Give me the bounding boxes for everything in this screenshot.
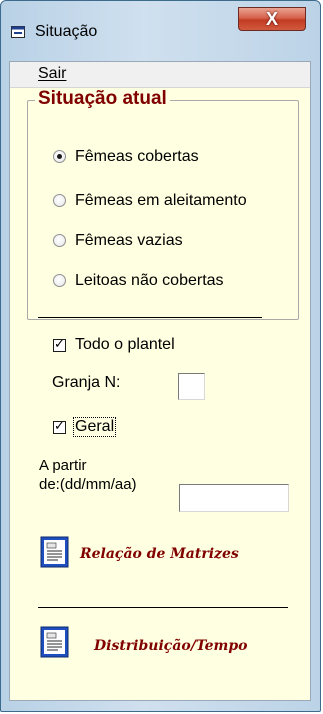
- window-icon: [11, 26, 25, 38]
- a-partir-date-input[interactable]: [179, 484, 289, 512]
- relacao-matrizes-label[interactable]: Relação de Matrizes: [80, 546, 239, 562]
- group-legend: Situação atual: [35, 88, 170, 110]
- window: Situação X Sair Situação atual Fêmeas co…: [0, 0, 321, 712]
- geral-checkbox[interactable]: [53, 419, 66, 434]
- titlebar[interactable]: Situação X: [1, 1, 320, 57]
- a-partir-label-line1: A partir: [39, 457, 87, 474]
- radio-label: Leitoas não cobertas: [75, 272, 224, 289]
- radio-button[interactable]: [53, 194, 66, 207]
- granja-input[interactable]: [178, 373, 205, 400]
- close-button[interactable]: X: [238, 7, 306, 31]
- radio-button[interactable]: [53, 150, 66, 163]
- distribuicao-tempo-label[interactable]: Distribuição/Tempo: [94, 638, 248, 654]
- geral-label: Geral: [72, 417, 117, 437]
- radio-label: Fêmeas vazias: [75, 232, 183, 249]
- radio-label: Fêmeas em aleitamento: [75, 192, 247, 209]
- todo-plantel-label: Todo o plantel: [75, 336, 175, 353]
- radio-button[interactable]: [53, 274, 66, 287]
- window-title: Situação: [35, 23, 98, 40]
- radio-button[interactable]: [53, 234, 66, 247]
- granja-label: Granja N:: [52, 374, 121, 391]
- divider-bottom: [38, 607, 288, 610]
- menu-item-sair[interactable]: Sair: [38, 65, 66, 83]
- divider-top: [38, 317, 262, 320]
- close-icon: X: [265, 9, 278, 29]
- menu-bar: Sair: [10, 62, 310, 88]
- document-icon: [40, 536, 69, 568]
- a-partir-label-line2: de:(dd/mm/aa): [39, 476, 137, 493]
- document-icon: [40, 626, 69, 658]
- radio-label: Fêmeas cobertas: [75, 148, 199, 165]
- todo-plantel-checkbox[interactable]: [53, 337, 66, 352]
